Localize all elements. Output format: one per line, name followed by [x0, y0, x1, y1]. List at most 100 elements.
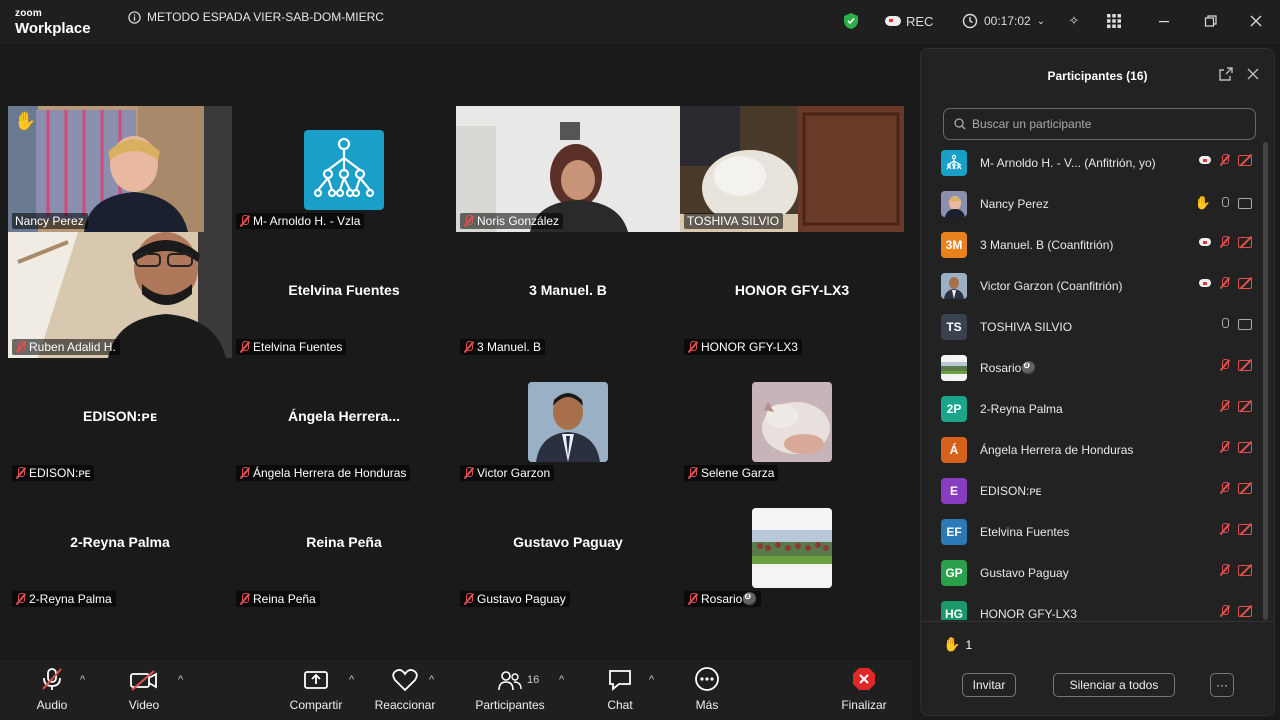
- video-tile[interactable]: EDISON:ᴘᴇ EDISON:ᴘᴇ: [8, 358, 232, 484]
- camera-icon[interactable]: [1238, 318, 1255, 330]
- video-tile[interactable]: 2-Reyna Palma 2-Reyna Palma: [8, 484, 232, 610]
- mic-muted-icon[interactable]: [1219, 523, 1230, 535]
- participants-button[interactable]: Participantes: [470, 660, 550, 720]
- chat-button[interactable]: Chat: [580, 660, 660, 720]
- react-options-caret[interactable]: ^: [429, 674, 434, 686]
- camera-off-icon[interactable]: [1238, 277, 1255, 289]
- mic-muted-icon[interactable]: [1219, 564, 1230, 576]
- cloud-record-icon: [1199, 279, 1211, 287]
- camera-icon[interactable]: [1238, 197, 1255, 209]
- mic-muted-icon: [239, 593, 250, 605]
- participant-name-tag: 2-Reyna Palma: [12, 591, 116, 607]
- react-button[interactable]: Reaccionar: [365, 660, 445, 720]
- audio-options-caret[interactable]: ^: [80, 674, 85, 686]
- participant-list-scrollbar[interactable]: [1263, 142, 1268, 620]
- minimize-button[interactable]: [1158, 10, 1170, 32]
- mic-muted-icon[interactable]: [1219, 359, 1230, 371]
- popout-icon[interactable]: [1219, 67, 1233, 84]
- mic-muted-icon[interactable]: [1219, 236, 1230, 248]
- close-window-button[interactable]: [1250, 10, 1262, 32]
- video-tile[interactable]: M- Arnoldo H. - Vzla: [232, 106, 456, 232]
- ai-companion-icon[interactable]: ✧: [1063, 10, 1085, 32]
- meeting-title[interactable]: METODO ESPADA VIER-SAB-DOM-MIERC: [128, 10, 384, 24]
- participant-row[interactable]: 3M 3 Manuel. B (Coanfitrión): [941, 224, 1259, 265]
- camera-off-icon[interactable]: [1238, 605, 1255, 617]
- participant-row[interactable]: Rosario🎱: [941, 347, 1259, 388]
- video-tile[interactable]: Noris González: [456, 106, 680, 232]
- participant-name-tag: Nancy Perez: [12, 213, 88, 229]
- video-tile[interactable]: Rosario🎱: [680, 484, 904, 610]
- participant-row[interactable]: E EDISON:ᴘᴇ: [941, 470, 1259, 511]
- video-tile[interactable]: Ángela Herrera... Ángela Herrera de Hond…: [232, 358, 456, 484]
- participant-row[interactable]: HG HONOR GFY-LX3: [941, 593, 1259, 620]
- mic-muted-icon[interactable]: [1219, 441, 1230, 453]
- video-tile[interactable]: Ruben Adalid H.: [8, 232, 232, 358]
- avatar: GP: [941, 559, 967, 586]
- participant-row[interactable]: Victor Garzon (Coanfitrión): [941, 265, 1259, 306]
- participant-row[interactable]: EF Etelvina Fuentes: [941, 511, 1259, 552]
- timer-text: 00:17:02: [984, 14, 1031, 28]
- participant-row[interactable]: Nancy Perez ✋: [941, 183, 1259, 224]
- audio-button[interactable]: Audio: [12, 660, 92, 720]
- mic-muted-icon[interactable]: [1219, 482, 1230, 494]
- participant-row[interactable]: 2P 2-Reyna Palma: [941, 388, 1259, 429]
- camera-off-icon[interactable]: [1238, 236, 1255, 248]
- video-options-caret[interactable]: ^: [178, 674, 183, 686]
- mute-all-button[interactable]: Silenciar a todos: [1053, 673, 1175, 697]
- camera-off-icon[interactable]: [1238, 441, 1255, 453]
- video-button[interactable]: Video: [104, 660, 184, 720]
- video-tile[interactable]: Victor Garzon: [456, 358, 680, 484]
- camera-off-icon[interactable]: [1238, 482, 1255, 494]
- view-grid-icon[interactable]: [1104, 10, 1124, 32]
- mic-muted-icon[interactable]: [1219, 154, 1230, 166]
- recording-indicator[interactable]: REC: [885, 10, 933, 32]
- video-tile[interactable]: Etelvina Fuentes Etelvina Fuentes: [232, 232, 456, 358]
- participant-search[interactable]: [943, 108, 1256, 140]
- more-options-button[interactable]: ···: [1210, 673, 1234, 697]
- participant-row[interactable]: TS TOSHIVA SILVIO: [941, 306, 1259, 347]
- mic-icon[interactable]: [1219, 318, 1230, 330]
- search-input[interactable]: [972, 117, 1242, 131]
- participant-row[interactable]: M- Arnoldo H. - V... (Anfitrión, yo): [941, 142, 1259, 183]
- mic-icon[interactable]: [1219, 197, 1230, 209]
- avatar: 3M: [941, 231, 967, 258]
- invite-button[interactable]: Invitar: [962, 673, 1016, 697]
- video-tile[interactable]: ✋ Nancy Perez: [8, 106, 232, 232]
- video-tile[interactable]: Gustavo Paguay Gustavo Paguay: [456, 484, 680, 610]
- participant-row[interactable]: GP Gustavo Paguay: [941, 552, 1259, 593]
- restore-button[interactable]: [1204, 10, 1217, 32]
- mic-muted-icon[interactable]: [1219, 277, 1230, 289]
- participants-options-caret[interactable]: ^: [559, 674, 564, 686]
- camera-off-icon[interactable]: [1238, 154, 1255, 166]
- mic-muted-icon[interactable]: [1219, 605, 1230, 617]
- camera-off-icon[interactable]: [1238, 400, 1255, 412]
- participant-name-tag: Victor Garzon: [460, 465, 555, 481]
- mic-muted-icon: [463, 341, 474, 353]
- camera-off-icon[interactable]: [1238, 523, 1255, 535]
- meeting-timer[interactable]: 00:17:02 ⌄: [962, 10, 1045, 32]
- more-button[interactable]: Más: [667, 660, 747, 720]
- video-tile[interactable]: Selene Garza: [680, 358, 904, 484]
- share-screen-button[interactable]: Compartir: [276, 660, 356, 720]
- security-shield-icon[interactable]: [843, 10, 859, 32]
- camera-off-icon[interactable]: [1238, 359, 1255, 371]
- end-meeting-button[interactable]: Finalizar: [824, 660, 904, 720]
- cloud-record-icon: [1199, 238, 1211, 246]
- mic-muted-icon: [687, 593, 698, 605]
- camera-off-icon[interactable]: [1238, 564, 1255, 576]
- mic-muted-icon: [239, 215, 250, 227]
- share-options-caret[interactable]: ^: [349, 674, 354, 686]
- close-panel-icon[interactable]: [1247, 67, 1259, 83]
- raised-hand-icon: ✋: [1194, 195, 1211, 210]
- mic-muted-icon[interactable]: [1219, 400, 1230, 412]
- cloud-record-icon: [1199, 156, 1211, 164]
- video-tile[interactable]: Reina Peña Reina Peña: [232, 484, 456, 610]
- end-meeting-icon: [851, 660, 877, 694]
- participant-row[interactable]: Á Ángela Herrera de Honduras: [941, 429, 1259, 470]
- video-tile[interactable]: HONOR GFY-LX3 HONOR GFY-LX3: [680, 232, 904, 358]
- video-tile[interactable]: TOSHIVA SILVIO: [680, 106, 904, 232]
- zoom-logo: zoom Workplace: [15, 8, 91, 37]
- mic-muted-icon: [239, 341, 250, 353]
- video-tile[interactable]: 3 Manuel. B 3 Manuel. B: [456, 232, 680, 358]
- chat-options-caret[interactable]: ^: [649, 674, 654, 686]
